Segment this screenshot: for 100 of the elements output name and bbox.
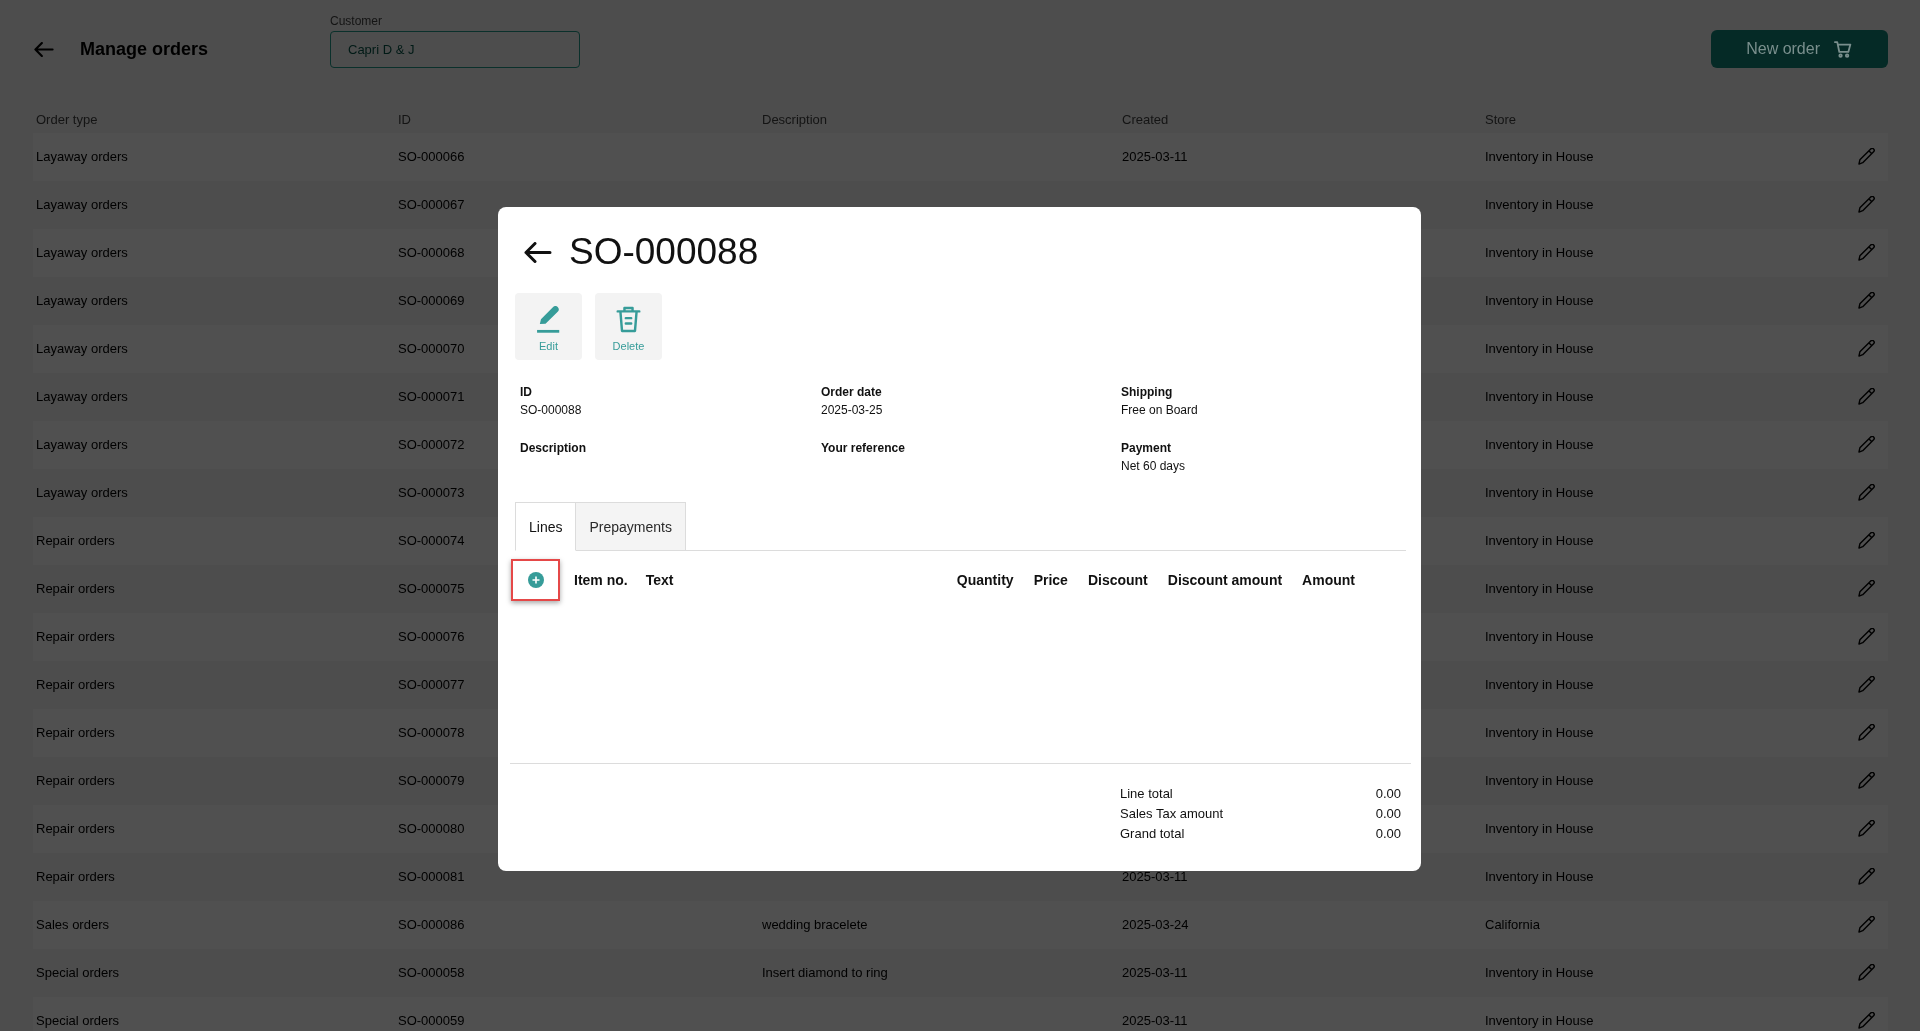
table-cell: SO-000074	[398, 534, 465, 548]
pencil-icon[interactable]	[1858, 915, 1875, 933]
pencil-icon[interactable]	[1858, 675, 1875, 693]
table-cell: Layaway orders	[36, 486, 128, 500]
table-cell: 2025-03-11	[1122, 1014, 1188, 1028]
column-header: Price	[1033, 572, 1068, 588]
table-cell: SO-000075	[398, 582, 465, 596]
trash-icon	[616, 306, 641, 333]
table-cell: SO-000079	[398, 774, 465, 788]
pencil-icon[interactable]	[1858, 531, 1875, 549]
table-cell: Inventory in House	[1485, 246, 1594, 260]
column-header: Discount	[1087, 572, 1148, 588]
table-cell: SO-000078	[398, 726, 465, 740]
table-cell: Repair orders	[36, 726, 115, 740]
table-cell: Inventory in House	[1485, 582, 1594, 596]
field-label: Description	[520, 440, 586, 456]
field-label: Customer	[330, 13, 383, 29]
total-value: 0.00	[1375, 825, 1401, 843]
table-cell: Inventory in House	[1485, 726, 1594, 740]
table-cell: Repair orders	[36, 534, 115, 548]
table-cell: Inventory in House	[1485, 438, 1594, 452]
pencil-icon[interactable]	[1858, 819, 1875, 837]
pencil-icon[interactable]	[1858, 243, 1875, 261]
pencil-icon	[536, 306, 561, 333]
table-cell: Special orders	[36, 966, 120, 980]
pencil-icon[interactable]	[1858, 1011, 1875, 1029]
table-cell: Repair orders	[36, 582, 115, 596]
pencil-icon[interactable]	[1858, 627, 1875, 645]
table-cell: SO-000069	[398, 294, 465, 308]
table-cell: Repair orders	[36, 870, 115, 884]
field-value: Net 60 days	[1121, 458, 1186, 474]
table-cell: Insert diamond to ring	[762, 966, 888, 980]
field-label: Payment	[1121, 440, 1172, 456]
pencil-icon[interactable]	[1858, 339, 1875, 357]
pencil-icon[interactable]	[1858, 867, 1875, 885]
pencil-icon[interactable]	[1858, 387, 1875, 405]
table-cell: Layaway orders	[36, 246, 128, 260]
tab[interactable]: Lines	[515, 502, 577, 551]
table-cell: SO-000077	[398, 678, 465, 692]
pencil-icon[interactable]	[1858, 963, 1875, 981]
column-header: Created	[1122, 113, 1169, 127]
pencil-icon[interactable]	[1858, 147, 1875, 165]
table-cell: Inventory in House	[1485, 534, 1594, 548]
total-value: 0.00	[1375, 805, 1401, 823]
table-cell: Layaway orders	[36, 198, 128, 212]
edit-button[interactable]: Edit	[515, 293, 582, 360]
column-header: Item no.	[574, 572, 628, 588]
table-cell: SO-000072	[398, 438, 465, 452]
table-cell: Inventory in House	[1485, 822, 1594, 836]
tab[interactable]: Prepayments	[576, 502, 686, 551]
back-arrow-icon[interactable]	[524, 241, 552, 263]
table-cell: Inventory in House	[1485, 966, 1594, 980]
table-cell: Inventory in House	[1485, 678, 1594, 692]
table-cell: SO-000070	[398, 342, 465, 356]
dialog-title: SO-000088	[569, 230, 759, 274]
table-cell: Inventory in House	[1485, 150, 1594, 164]
table-cell: Repair orders	[36, 678, 115, 692]
table-cell: SO-000086	[398, 918, 465, 932]
table-cell: SO-000067	[398, 198, 465, 212]
table-cell: 2025-03-24	[1122, 918, 1189, 932]
table-cell: SO-000080	[398, 822, 465, 836]
table-cell: Sales orders	[36, 918, 109, 932]
pencil-icon[interactable]	[1858, 195, 1875, 213]
field-label: Your reference	[821, 440, 905, 456]
table-cell: SO-000068	[398, 246, 465, 260]
delete-button[interactable]: Delete	[595, 293, 662, 360]
pencil-icon[interactable]	[1858, 771, 1875, 789]
table-cell: Repair orders	[36, 630, 115, 644]
table-cell: 2025-03-11	[1122, 150, 1188, 164]
column-header: Description	[762, 113, 828, 127]
total-label: Grand total	[1120, 825, 1185, 843]
column-header: Quantity	[956, 572, 1014, 588]
column-header: Store	[1485, 113, 1517, 127]
table-cell: Inventory in House	[1485, 294, 1594, 308]
column-header: ID	[398, 113, 411, 127]
table-cell: Inventory in House	[1485, 390, 1594, 404]
new-order-button[interactable]: New order	[1711, 30, 1888, 68]
table-cell: Inventory in House	[1485, 774, 1594, 788]
table-cell: Inventory in House	[1485, 198, 1594, 212]
column-header: Amount	[1302, 572, 1355, 588]
pencil-icon[interactable]	[1858, 291, 1875, 309]
table-cell: SO-000076	[398, 630, 465, 644]
table-cell: Repair orders	[36, 822, 115, 836]
table-cell: Special orders	[36, 1014, 120, 1028]
total-label: Sales Tax amount	[1120, 805, 1224, 823]
pencil-icon[interactable]	[1858, 723, 1875, 741]
column-header: Discount amount	[1167, 572, 1283, 588]
table-cell: Layaway orders	[36, 438, 128, 452]
table-cell: SO-000073	[398, 486, 465, 500]
add-circle-icon[interactable]	[527, 572, 544, 588]
pencil-icon[interactable]	[1858, 579, 1875, 597]
table-cell: Layaway orders	[36, 150, 128, 164]
pencil-icon[interactable]	[1858, 435, 1875, 453]
column-header: Order type	[36, 113, 98, 127]
table-cell: SO-000066	[398, 150, 465, 164]
table-cell: Inventory in House	[1485, 486, 1594, 500]
table-cell: wedding bracelete	[762, 918, 868, 932]
page-title: Manage orders	[80, 38, 209, 60]
field-label: Order date	[821, 384, 882, 400]
pencil-icon[interactable]	[1858, 483, 1875, 501]
